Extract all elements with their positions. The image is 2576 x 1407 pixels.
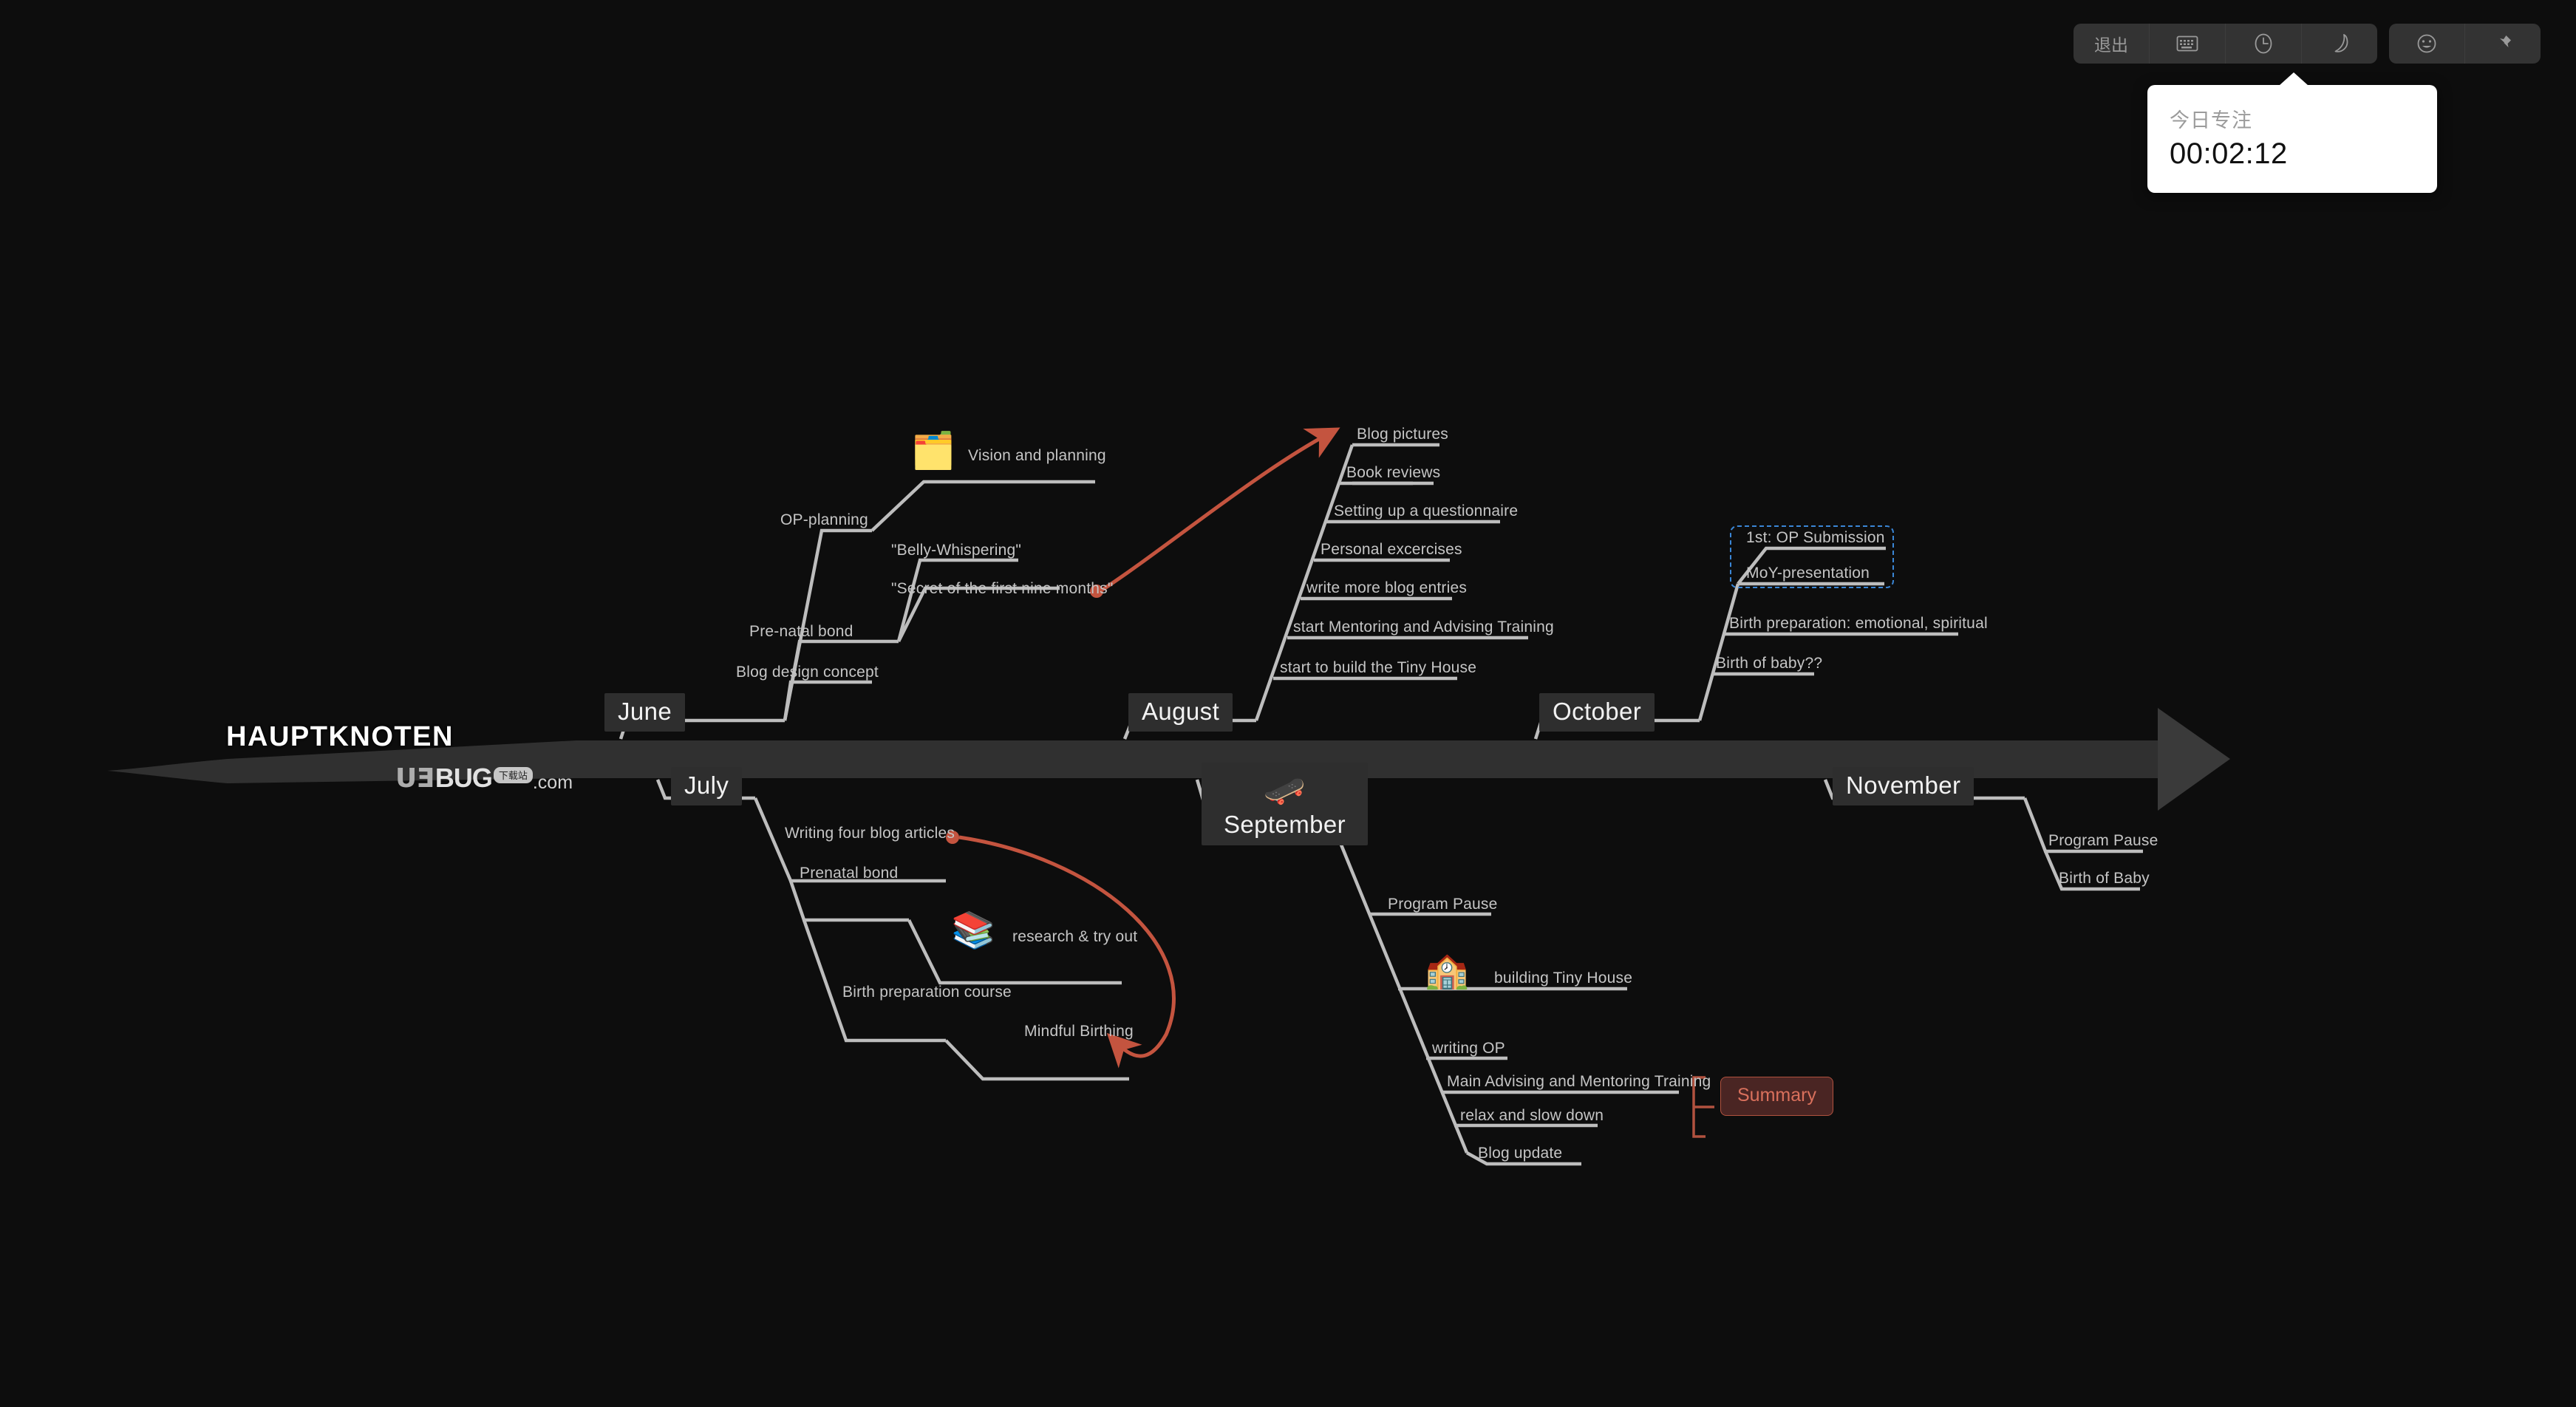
night-mode-button[interactable] (2302, 24, 2377, 64)
top-toolbar: 退出 (2074, 24, 2541, 64)
node-blog-design-concept[interactable]: Blog design concept (736, 664, 879, 681)
keyboard-icon (2176, 35, 2198, 52)
node-building-tiny-house[interactable]: building Tiny House (1494, 970, 1632, 987)
node-write-more-blog-entries[interactable]: write more blog entries (1306, 579, 1467, 596)
books-icon: 📚 (951, 911, 995, 950)
month-november[interactable]: November (1833, 767, 1974, 806)
node-writing-four-blog-articles[interactable]: Writing four blog articles (785, 825, 955, 842)
keyboard-button[interactable] (2150, 24, 2226, 64)
memo-folder-icon: 🗂️ (911, 432, 955, 471)
node-birth-of-baby[interactable]: Birth of Baby (2059, 870, 2150, 887)
node-prenatal-bond[interactable]: Prenatal bond (800, 865, 898, 882)
node-secret-first-nine-months[interactable]: "Secret of the first nine months" (891, 580, 1113, 597)
month-september[interactable]: 🛹 September (1202, 763, 1369, 846)
node-birth-preparation-emotional-spiritual[interactable]: Birth preparation: emotional, spiritual (1729, 615, 1988, 632)
emoji-button[interactable] (2389, 24, 2465, 64)
month-september-label: September (1224, 811, 1346, 838)
node-book-reviews[interactable]: Book reviews (1346, 464, 1440, 481)
node-program-pause-september[interactable]: Program Pause (1388, 896, 1498, 913)
node-relax-and-slow-down[interactable]: relax and slow down (1460, 1107, 1604, 1124)
month-july[interactable]: July (671, 767, 743, 806)
node-writing-op[interactable]: writing OP (1432, 1040, 1505, 1057)
tooltip-arrow (2279, 72, 2308, 86)
dashed-group-highlight (1730, 525, 1894, 588)
node-blog-pictures[interactable]: Blog pictures (1357, 426, 1448, 443)
month-june[interactable]: June (604, 693, 686, 732)
node-belly-whispering[interactable]: "Belly-Whispering" (891, 542, 1021, 559)
node-birth-preparation-course[interactable]: Birth preparation course (842, 984, 1012, 1001)
focus-timer-tooltip: 今日专注 00:02:12 (2147, 72, 2437, 193)
moon-icon (2330, 33, 2349, 54)
skateboard-icon: 🛹 (1263, 771, 1306, 809)
node-program-pause-november[interactable]: Program Pause (2048, 832, 2158, 849)
timer-button[interactable] (2226, 24, 2302, 64)
mindmap-canvas[interactable]: HAUPTKNOTEN UƎ BUG 下载站 .com June August … (0, 0, 2576, 1407)
toolbar-group-secondary (2389, 24, 2541, 64)
toolbar-group-primary: 退出 (2074, 24, 2377, 64)
node-birth-of-baby-question[interactable]: Birth of baby?? (1716, 655, 1822, 672)
node-start-mentoring-advising-training[interactable]: start Mentoring and Advising Training (1293, 619, 1554, 636)
node-start-build-tiny-house[interactable]: start to build the Tiny House (1280, 659, 1476, 676)
pin-button[interactable] (2465, 24, 2541, 64)
smiley-icon (2416, 33, 2437, 54)
exit-button-label: 退出 (2094, 35, 2128, 55)
node-mindful-birthing[interactable]: Mindful Birthing (1024, 1023, 1134, 1040)
node-pre-natal-bond[interactable]: Pre-natal bond (749, 623, 853, 640)
node-main-advising-mentoring-training[interactable]: Main Advising and Mentoring Training (1447, 1073, 1711, 1090)
node-research-try-out[interactable]: research & try out (1012, 928, 1137, 945)
month-august[interactable]: August (1128, 693, 1233, 732)
focus-tooltip-time: 00:02:12 (2170, 137, 2288, 170)
node-personal-excercises[interactable]: Personal excercises (1321, 541, 1462, 558)
node-blog-update[interactable]: Blog update (1478, 1145, 1562, 1162)
clock-icon (2254, 33, 2273, 55)
exit-button[interactable]: 退出 (2074, 24, 2150, 64)
node-vision-and-planning[interactable]: Vision and planning (968, 447, 1106, 464)
month-october[interactable]: October (1539, 693, 1655, 732)
node-setting-up-questionnaire[interactable]: Setting up a questionnaire (1334, 502, 1518, 519)
focus-tooltip-label: 今日专注 (2170, 109, 2252, 132)
node-op-planning[interactable]: OP-planning (780, 511, 868, 528)
summary-badge[interactable]: Summary (1720, 1077, 1833, 1116)
house-icon: 🏫 (1425, 951, 1469, 990)
mindmap-connector-lines (107, 427, 2230, 1166)
pin-icon (2492, 33, 2513, 54)
